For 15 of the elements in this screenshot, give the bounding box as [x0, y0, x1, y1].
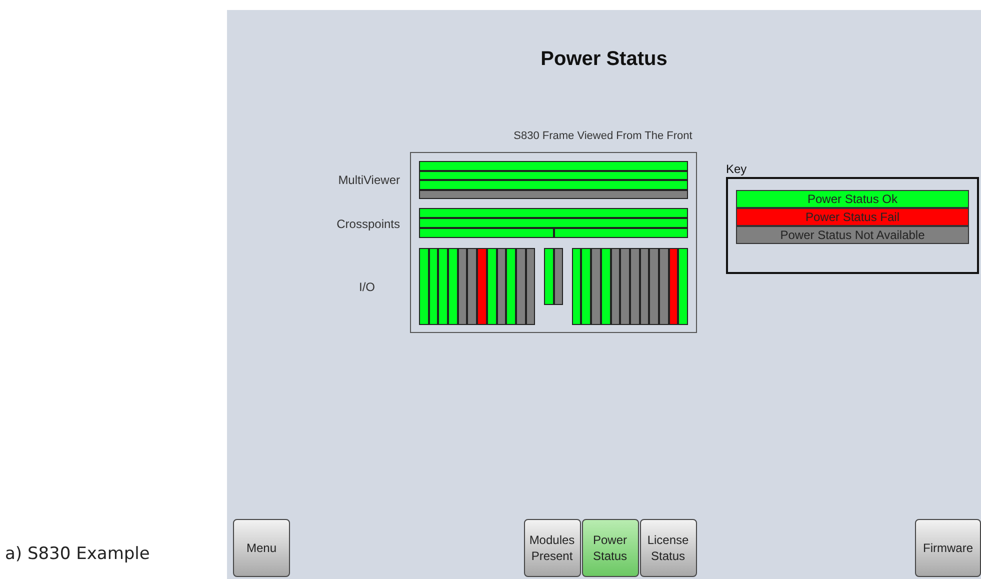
key-title: Key [726, 162, 748, 177]
figure-caption: a) S830 Example [5, 544, 150, 564]
section-label: Crosspoints [336, 216, 400, 230]
tab-button[interactable]: Modules Present [524, 519, 580, 577]
menu-button[interactable]: Menu [233, 519, 290, 577]
key-entry: Power Status Fail [736, 208, 969, 226]
frame-caption: S830 Frame Viewed From The Front [512, 129, 694, 143]
tab-button[interactable]: Power Status [582, 519, 638, 577]
tab-button[interactable]: License Status [640, 519, 696, 577]
key-entry: Power Status Not Available [736, 226, 969, 244]
firmware-button[interactable]: Firmware [915, 519, 981, 577]
section-label: I/O [358, 280, 375, 294]
section-label: MultiViewer [338, 173, 400, 187]
key-entry: Power Status Ok [736, 190, 969, 208]
page-title: Power Status [540, 47, 668, 71]
